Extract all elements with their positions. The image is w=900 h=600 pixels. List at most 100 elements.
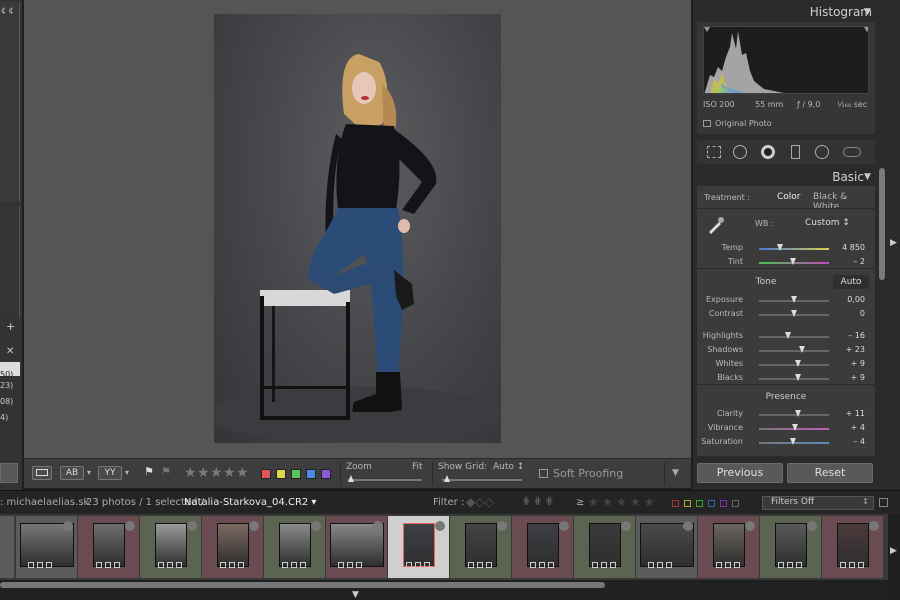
close-icon[interactable]: ✕ — [6, 346, 14, 357]
rating-star[interactable]: ★ — [210, 465, 223, 481]
basic-panel-title[interactable]: Basic — [832, 170, 864, 184]
filmstrip-thumbnail[interactable] — [264, 516, 325, 578]
flag-pick-icon[interactable]: ⚑ — [144, 465, 154, 478]
filmstrip-thumbnail[interactable] — [0, 516, 14, 578]
soft-proofing-checkbox[interactable] — [539, 469, 548, 478]
filter-star[interactable]: ★ — [616, 495, 627, 509]
crop-tool-icon[interactable] — [707, 146, 721, 158]
left-panel-presets[interactable] — [0, 206, 20, 318]
slider-tint[interactable]: Tint – 2 — [697, 256, 875, 270]
filmstrip-thumbnail[interactable] — [636, 516, 697, 578]
filter-star[interactable]: ★ — [588, 495, 599, 509]
grid-size-slider[interactable] — [442, 475, 522, 482]
treatment-color-option[interactable]: Color — [777, 192, 801, 202]
slider-value[interactable]: – 16 — [848, 331, 865, 340]
spot-removal-icon[interactable] — [733, 145, 747, 159]
original-photo-checkbox[interactable] — [703, 120, 711, 127]
slider-thumb[interactable] — [789, 438, 796, 445]
before-after-view-button[interactable]: AB — [60, 466, 84, 480]
left-panel-navigator[interactable] — [0, 2, 20, 202]
filters-select[interactable]: Filters Off ↕ — [762, 496, 874, 510]
adjustment-brush-icon[interactable] — [843, 147, 861, 157]
zoom-slider[interactable] — [348, 475, 422, 482]
slider-blacks[interactable]: Blacks + 9 — [697, 372, 875, 386]
previous-button[interactable]: Previous — [697, 463, 783, 483]
zoom-slider-thumb[interactable] — [348, 475, 354, 482]
slider-clarity[interactable]: Clarity + 11 — [697, 408, 875, 422]
slider-track[interactable] — [759, 248, 829, 250]
slider-thumb[interactable] — [794, 360, 801, 367]
slider-value[interactable]: – 2 — [853, 257, 865, 266]
basic-collapse-icon[interactable]: ▼ — [864, 172, 871, 182]
wb-eyedropper-icon[interactable] — [707, 216, 725, 234]
filter-star[interactable]: ★ — [644, 495, 655, 509]
histogram-title[interactable]: Histogram — [810, 5, 872, 19]
filter-edit-icons[interactable]: ⋕ ⋕ ⋕ — [522, 496, 554, 507]
slider-highlights[interactable]: Highlights – 16 — [697, 330, 875, 344]
right-panel-toggle-icon[interactable]: ▶ — [890, 238, 897, 248]
split-dropdown-icon[interactable]: ▾ — [125, 468, 129, 477]
slider-thumb[interactable] — [785, 332, 792, 339]
filmstrip-thumbnail[interactable] — [760, 516, 821, 578]
slider-contrast[interactable]: Contrast 0 — [697, 308, 875, 322]
left-panel-count[interactable]: 08) — [0, 397, 13, 406]
filmstrip-thumbnail[interactable] — [202, 516, 263, 578]
slider-thumb[interactable] — [777, 244, 783, 251]
slider-value[interactable]: 4 850 — [842, 243, 865, 252]
show-grid-select[interactable]: Auto ↕ — [493, 462, 524, 472]
slider-saturation[interactable]: Saturation – 4 — [697, 436, 875, 450]
toolbar-content-menu-icon[interactable]: ▼ — [672, 468, 679, 478]
slider-value[interactable]: + 4 — [851, 423, 865, 432]
color-filter-swatches[interactable] — [672, 499, 752, 507]
slider-thumb[interactable] — [792, 424, 799, 431]
slider-shadows[interactable]: Shadows + 23 — [697, 344, 875, 358]
selected-filename[interactable]: Natalia-Starkova_04.CR2 ▾ — [184, 497, 316, 508]
color-label-red[interactable] — [261, 469, 271, 479]
loupe-view-button[interactable] — [32, 466, 52, 480]
before-after-dropdown-icon[interactable]: ▾ — [87, 468, 91, 477]
filmstrip-thumbnail[interactable] — [822, 516, 883, 578]
slider-track[interactable] — [759, 350, 829, 352]
slider-vibrance[interactable]: Vibrance + 4 — [697, 422, 875, 436]
slider-thumb[interactable] — [789, 258, 796, 265]
filmstrip-thumbnail[interactable] — [512, 516, 573, 578]
slider-track[interactable] — [759, 336, 829, 338]
filmstrip-thumbnail[interactable] — [326, 516, 387, 578]
rating-star[interactable]: ★ — [223, 465, 236, 481]
graduated-filter-icon[interactable] — [791, 145, 800, 159]
left-panel-count[interactable]: 23) — [0, 381, 13, 390]
treatment-bw-option[interactable]: Black & White — [813, 192, 875, 212]
slider-thumb[interactable] — [794, 410, 801, 417]
left-panel-count[interactable]: 4) — [0, 413, 8, 422]
filter-star[interactable]: ★ — [630, 495, 641, 509]
filmstrip-thumbnail[interactable] — [450, 516, 511, 578]
filmstrip-scroll-right-icon[interactable]: ▶ — [890, 546, 897, 556]
filter-star[interactable]: ★ — [602, 495, 613, 509]
left-panel-button[interactable] — [0, 463, 18, 483]
filter-lock-icon[interactable] — [879, 498, 888, 507]
red-eye-icon[interactable] — [761, 145, 775, 159]
color-label-yellow[interactable] — [276, 469, 286, 479]
rating-star[interactable]: ★ — [236, 465, 249, 481]
slider-exposure[interactable]: Exposure 0,00 — [697, 294, 875, 308]
slider-thumb[interactable] — [791, 310, 797, 317]
left-panel-selected-row[interactable]: 50) — [0, 362, 20, 379]
filmstrip-thumbnail[interactable] — [78, 516, 139, 578]
radial-filter-icon[interactable] — [815, 145, 829, 159]
filmstrip-thumbnail[interactable] — [140, 516, 201, 578]
flag-reject-icon[interactable]: ⚑ — [161, 465, 171, 478]
filter-flag-icons[interactable]: ◆◇◇ — [466, 495, 494, 509]
color-label-purple[interactable] — [321, 469, 331, 479]
slider-temp[interactable]: Temp 4 850 — [697, 242, 875, 256]
filmstrip-thumbnail[interactable] — [574, 516, 635, 578]
grid-size-thumb[interactable] — [444, 475, 450, 482]
tone-auto-button[interactable]: Auto — [833, 275, 869, 289]
slider-thumb[interactable] — [798, 346, 805, 353]
slider-thumb[interactable] — [791, 296, 797, 303]
color-label-green[interactable] — [291, 469, 301, 479]
slider-whites[interactable]: Whites + 9 — [697, 358, 875, 372]
filmstrip-thumbnail[interactable] — [698, 516, 759, 578]
source-label[interactable]: : michaelaelias.sk — [0, 497, 89, 508]
rating-star[interactable]: ★ — [184, 465, 197, 481]
rating-star[interactable]: ★ — [197, 465, 210, 481]
